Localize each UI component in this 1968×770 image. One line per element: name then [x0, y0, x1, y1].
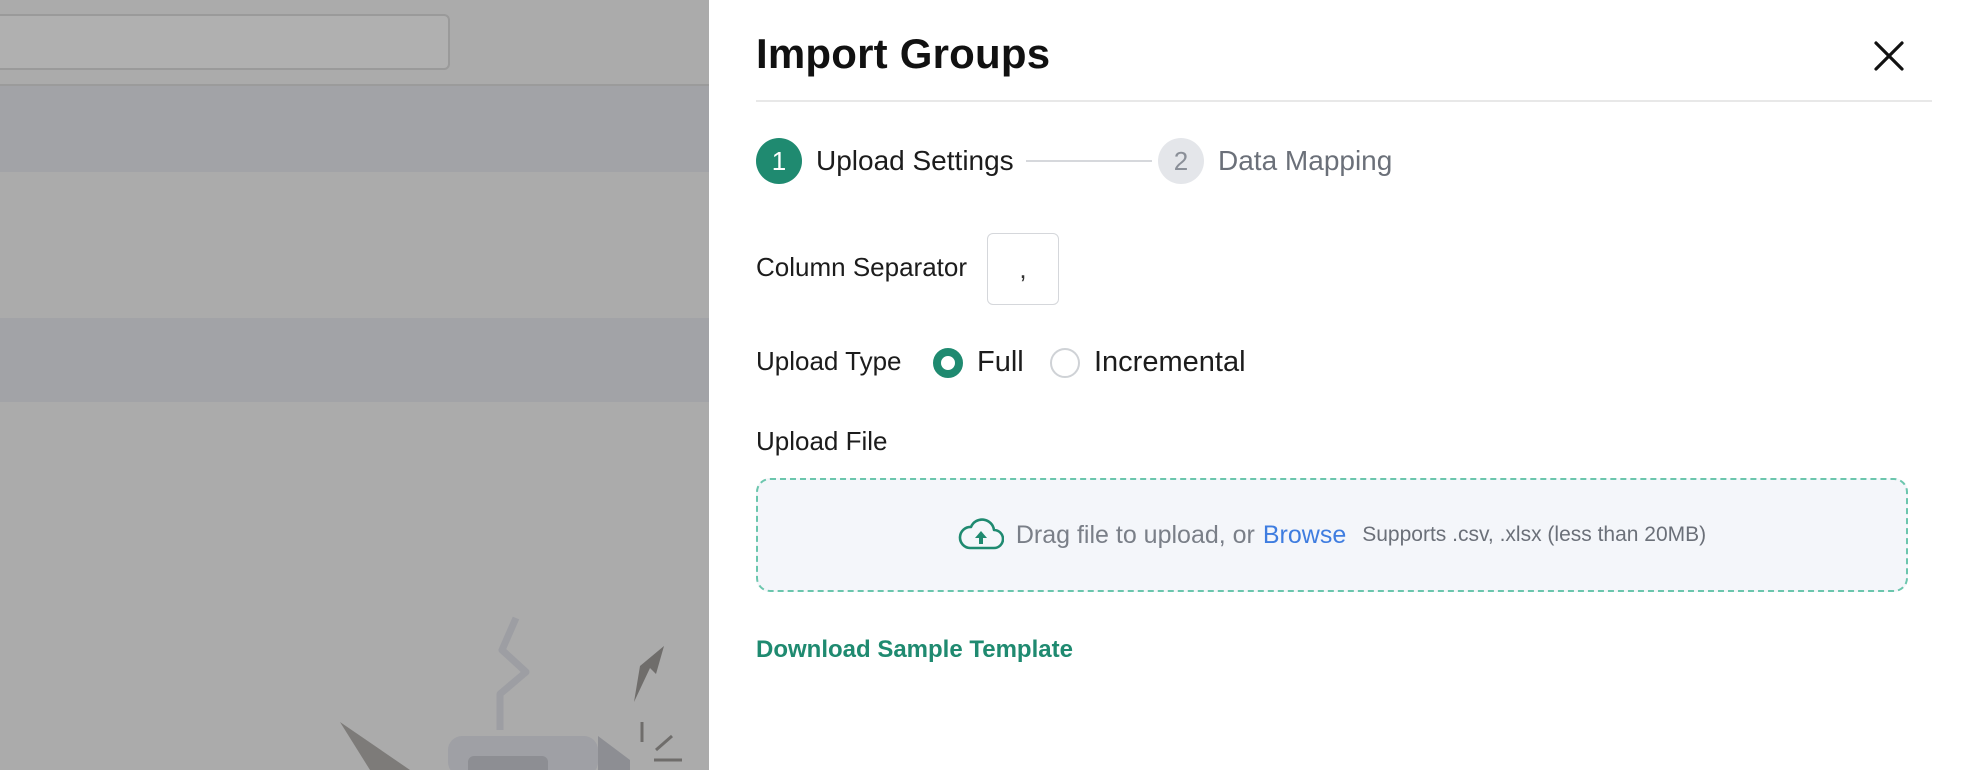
background-table-band [0, 318, 709, 402]
upload-type-incremental-radio[interactable]: Incremental [1050, 346, 1246, 379]
step-upload-settings: 1 Upload Settings [756, 138, 1014, 184]
background-table-header [0, 86, 709, 172]
step-label: Data Mapping [1218, 145, 1393, 176]
file-dropzone[interactable]: Drag file to upload, or Browse Supports … [756, 478, 1908, 592]
column-separator-input[interactable] [987, 233, 1059, 305]
step-number: 1 [756, 138, 802, 184]
drawer-title: Import Groups [756, 30, 1051, 77]
step-number: 2 [1158, 138, 1204, 184]
download-sample-template-link[interactable]: Download Sample Template [756, 636, 1073, 664]
upload-file-label: Upload File [756, 426, 888, 456]
column-separator-label: Column Separator [756, 252, 967, 282]
step-connector [1026, 160, 1152, 162]
browse-link[interactable]: Browse [1263, 521, 1346, 550]
step-data-mapping: 2 Data Mapping [1158, 138, 1392, 184]
import-groups-drawer: Import Groups 1 Upload Settings 2 Data M… [709, 0, 1968, 770]
step-label: Upload Settings [816, 145, 1014, 176]
upload-type-full-radio[interactable]: Full [933, 346, 1024, 379]
radio-unchecked-indicator[interactable] [1050, 347, 1080, 378]
background-search-box [0, 14, 450, 70]
page-backdrop[interactable] [0, 0, 709, 770]
radio-label: Incremental [1094, 346, 1246, 378]
radio-label: Full [977, 346, 1024, 378]
cloud-upload-icon [958, 518, 1004, 550]
radio-checked-indicator[interactable] [933, 347, 963, 378]
upload-type-label: Upload Type [756, 346, 902, 376]
close-icon[interactable] [1871, 38, 1907, 74]
dropzone-text: Drag file to upload, or [1015, 520, 1255, 549]
header-divider [756, 100, 1932, 102]
file-type-hint: Supports .csv, .xlsx (less than 20MB) [1362, 523, 1707, 546]
empty-state-illustration [340, 616, 682, 770]
